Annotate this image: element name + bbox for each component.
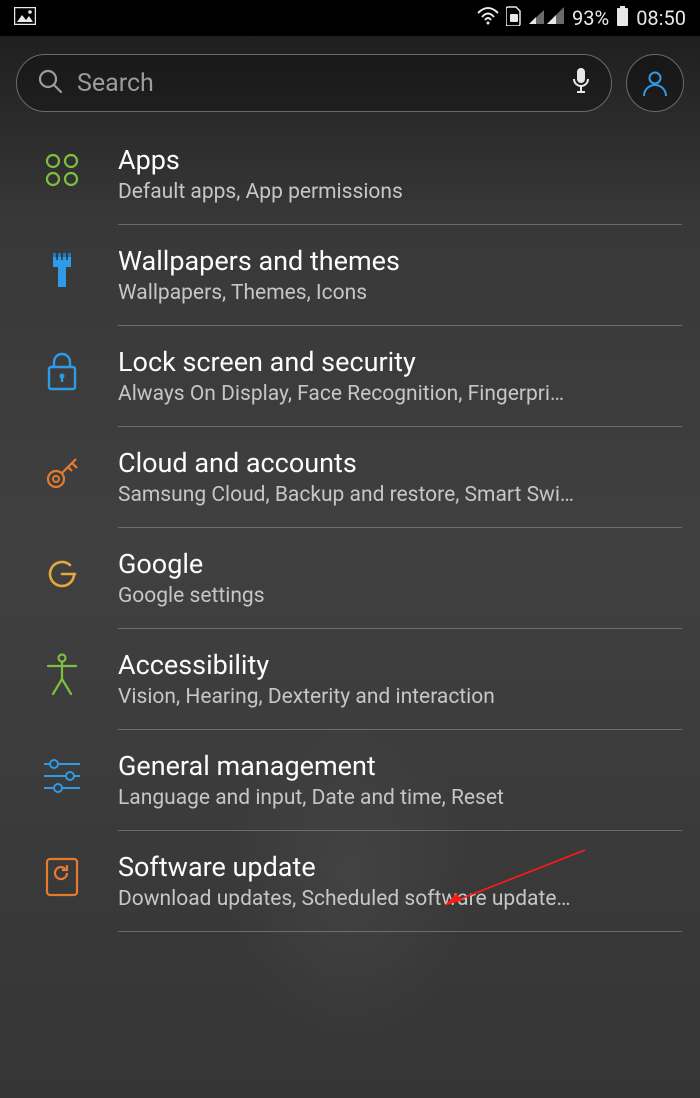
item-subtitle: Samsung Cloud, Backup and restore, Smart…	[118, 483, 680, 507]
profile-icon	[640, 68, 670, 98]
item-subtitle: Always On Display, Face Recognition, Fin…	[118, 382, 680, 406]
settings-item-cloud-accounts[interactable]: Cloud and accounts Samsung Cloud, Backup…	[0, 427, 700, 527]
item-title: Cloud and accounts	[118, 447, 680, 479]
settings-item-lock-screen[interactable]: Lock screen and security Always On Displ…	[0, 326, 700, 426]
item-subtitle: Wallpapers, Themes, Icons	[118, 281, 680, 305]
brush-icon	[40, 249, 84, 293]
settings-item-apps[interactable]: Apps Default apps, App permissions	[0, 124, 700, 224]
wifi-icon	[477, 6, 499, 30]
item-subtitle: Google settings	[118, 584, 680, 608]
update-icon	[40, 855, 84, 899]
item-title: Accessibility	[118, 649, 680, 681]
profile-button[interactable]	[626, 54, 684, 112]
item-title: General management	[118, 750, 680, 782]
settings-item-general-management[interactable]: General management Language and input, D…	[0, 730, 700, 830]
search-icon	[37, 68, 63, 98]
item-subtitle: Download updates, Scheduled software upd…	[118, 887, 680, 911]
settings-list: Apps Default apps, App permissions Wallp…	[0, 124, 700, 932]
search-placeholder: Search	[77, 69, 557, 98]
sliders-icon	[40, 754, 84, 798]
item-subtitle: Default apps, App permissions	[118, 180, 680, 204]
status-left	[14, 6, 36, 30]
google-icon	[40, 552, 84, 596]
status-right: 93% 08:50	[477, 6, 686, 31]
item-title: Google	[118, 548, 680, 580]
battery-percent: 93%	[572, 6, 609, 30]
item-subtitle: Language and input, Date and time, Reset	[118, 786, 680, 810]
clock-text: 08:50	[636, 6, 686, 30]
search-row: Search	[0, 36, 700, 124]
mic-icon[interactable]	[571, 67, 591, 99]
item-title: Software update	[118, 851, 680, 883]
status-bar: 93% 08:50	[0, 0, 700, 36]
apps-icon	[40, 148, 84, 192]
divider	[118, 931, 682, 932]
item-subtitle: Vision, Hearing, Dexterity and interacti…	[118, 685, 680, 709]
sim-icon	[506, 6, 522, 31]
settings-item-google[interactable]: Google Google settings	[0, 528, 700, 628]
settings-item-wallpapers[interactable]: Wallpapers and themes Wallpapers, Themes…	[0, 225, 700, 325]
item-title: Lock screen and security	[118, 346, 680, 378]
item-title: Apps	[118, 144, 680, 176]
settings-item-accessibility[interactable]: Accessibility Vision, Hearing, Dexterity…	[0, 629, 700, 729]
picture-icon	[14, 6, 36, 30]
settings-item-software-update[interactable]: Software update Download updates, Schedu…	[0, 831, 700, 931]
accessibility-icon	[40, 653, 84, 697]
key-icon	[40, 451, 84, 495]
signal-icon	[529, 6, 565, 30]
lock-icon	[40, 350, 84, 394]
battery-icon	[616, 6, 629, 31]
search-bar[interactable]: Search	[16, 54, 612, 112]
item-title: Wallpapers and themes	[118, 245, 680, 277]
